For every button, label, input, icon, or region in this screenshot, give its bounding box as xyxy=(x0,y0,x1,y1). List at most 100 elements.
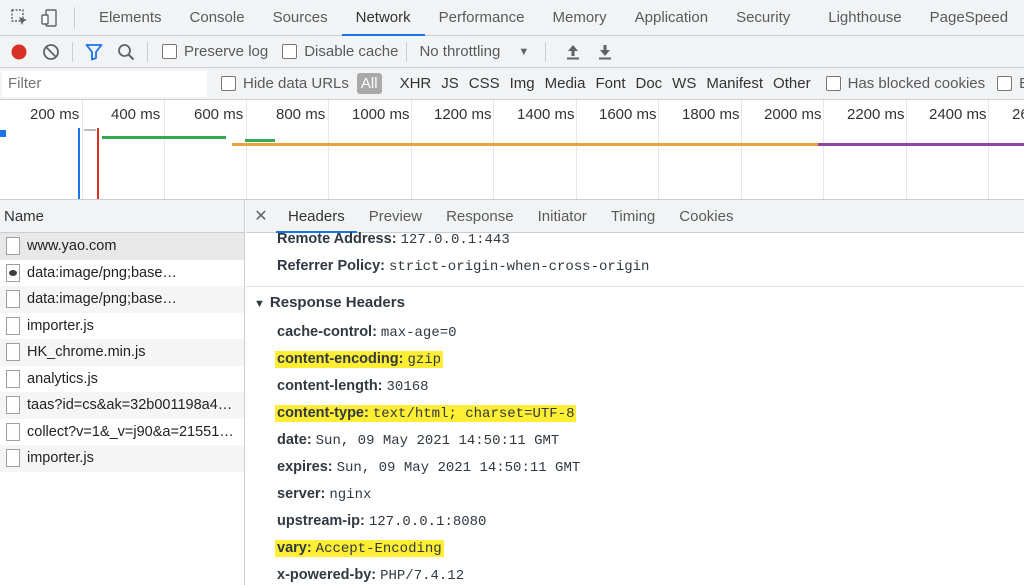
checkbox-box[interactable] xyxy=(825,76,841,91)
import-har-icon[interactable] xyxy=(560,39,586,65)
header-key: upstream-ip: xyxy=(277,513,365,529)
filter-type-media[interactable]: Media xyxy=(545,75,586,92)
document-icon xyxy=(6,396,20,415)
filter-type-other[interactable]: Other xyxy=(773,75,811,92)
response-headers-section-toggle[interactable]: ▼ Response Headers xyxy=(254,294,405,311)
name-column-header[interactable]: Name xyxy=(0,200,244,233)
tab-console[interactable]: Console xyxy=(176,0,259,36)
has-blocked-cookies-checkbox[interactable]: Has blocked cookies xyxy=(825,75,985,92)
tab-application[interactable]: Application xyxy=(621,0,722,36)
request-row[interactable]: taas?id=cs&ak=32b001198a4… xyxy=(0,392,244,419)
checkbox-box[interactable] xyxy=(997,76,1013,91)
header-row-vary: vary: Accept-Encoding xyxy=(275,540,444,557)
tab-memory[interactable]: Memory xyxy=(539,0,621,36)
tab-headers[interactable]: Headers xyxy=(276,200,357,233)
header-value: nginx xyxy=(329,487,372,503)
checkbox-box[interactable] xyxy=(221,76,236,91)
filter-type-js[interactable]: JS xyxy=(441,75,459,92)
tab-response[interactable]: Response xyxy=(434,200,526,233)
throttling-select[interactable]: No throttling ▼ xyxy=(419,43,529,60)
filter-type-css[interactable]: CSS xyxy=(469,75,500,92)
image-icon xyxy=(6,263,20,282)
tab-preview[interactable]: Preview xyxy=(357,200,434,233)
request-name: data:image/png;base… xyxy=(27,291,177,308)
filter-icon[interactable] xyxy=(81,39,107,65)
clear-icon[interactable] xyxy=(38,39,64,65)
preserve-log-label: Preserve log xyxy=(184,43,269,60)
details-tabbar: ✕ Headers Preview Response Initiator Tim… xyxy=(246,200,1024,233)
section-divider xyxy=(246,286,1024,287)
header-key: content-type: xyxy=(277,405,369,421)
header-key: expires: xyxy=(277,459,333,475)
header-value: 127.0.0.1:443 xyxy=(400,232,510,248)
request-row[interactable]: importer.js xyxy=(0,445,244,472)
devtools-tabbar: Elements Console Sources Network Perform… xyxy=(0,0,1024,36)
blocked-requests-checkbox[interactable]: B xyxy=(997,75,1024,92)
header-value: 30168 xyxy=(386,379,429,395)
toolbar-divider xyxy=(72,41,73,62)
request-details-pane: ✕ Headers Preview Response Initiator Tim… xyxy=(246,200,1024,585)
header-value: text/html; charset=UTF-8 xyxy=(372,406,575,422)
request-row[interactable]: data:image/png;base… xyxy=(0,286,244,313)
toolbar-divider xyxy=(406,41,408,62)
checkbox-box[interactable] xyxy=(282,44,298,59)
request-row[interactable]: HK_chrome.min.js xyxy=(0,339,244,366)
tab-timing[interactable]: Timing xyxy=(599,200,667,233)
filter-type-doc[interactable]: Doc xyxy=(635,75,662,92)
filter-type-font[interactable]: Font xyxy=(595,75,625,92)
tab-network[interactable]: Network xyxy=(341,0,425,36)
toolbar-divider xyxy=(545,41,547,62)
hide-data-urls-checkbox[interactable]: Hide data URLs xyxy=(221,75,349,92)
header-key: x-powered-by: xyxy=(277,567,377,583)
preserve-log-checkbox[interactable]: Preserve log xyxy=(162,43,268,60)
header-row-content-length: content-length: 30168 xyxy=(277,378,429,395)
overview-request-bar xyxy=(818,143,1024,146)
tab-lighthouse[interactable]: Lighthouse xyxy=(814,0,915,36)
request-name: analytics.js xyxy=(27,370,98,387)
filter-type-manifest[interactable]: Manifest xyxy=(706,75,763,92)
inspect-element-icon[interactable] xyxy=(10,8,30,28)
tab-initiator[interactable]: Initiator xyxy=(526,200,599,233)
request-row[interactable]: www.yao.com xyxy=(0,233,244,260)
document-icon xyxy=(6,290,20,309)
request-row[interactable]: importer.js xyxy=(0,313,244,340)
header-key: date: xyxy=(277,432,312,448)
disable-cache-checkbox[interactable]: Disable cache xyxy=(282,43,398,60)
export-har-icon[interactable] xyxy=(592,39,618,65)
request-name: collect?v=1&_v=j90&a=21551… xyxy=(27,423,234,440)
tab-security[interactable]: Security xyxy=(722,0,804,36)
tab-elements[interactable]: Elements xyxy=(85,0,176,36)
request-row[interactable]: analytics.js xyxy=(0,366,244,393)
overview-request-bar xyxy=(245,139,275,142)
search-icon[interactable] xyxy=(113,39,139,65)
checkbox-box[interactable] xyxy=(162,44,177,59)
network-overview-timeline[interactable]: 200 ms 400 ms 600 ms 800 ms 1000 ms 1200… xyxy=(0,100,1024,200)
header-key: content-encoding: xyxy=(277,351,404,367)
filter-type-img[interactable]: Img xyxy=(510,75,535,92)
header-key: Remote Address: xyxy=(277,231,397,247)
request-list: Name www.yao.com data:image/png;base… da… xyxy=(0,200,245,585)
filter-input[interactable] xyxy=(2,70,207,97)
tab-sources[interactable]: Sources xyxy=(259,0,342,36)
toolbar-divider xyxy=(147,41,148,62)
filter-type-all[interactable]: All xyxy=(356,73,382,94)
request-name: www.yao.com xyxy=(27,238,117,255)
script-icon xyxy=(6,343,20,362)
request-name: importer.js xyxy=(27,317,94,334)
filter-type-ws[interactable]: WS xyxy=(672,75,696,92)
hide-data-urls-label: Hide data URLs xyxy=(243,75,349,92)
record-icon[interactable] xyxy=(6,39,32,65)
request-row[interactable]: collect?v=1&_v=j90&a=21551… xyxy=(0,419,244,446)
header-value: Accept-Encoding xyxy=(315,541,442,557)
filter-type-xhr[interactable]: XHR xyxy=(400,75,432,92)
tab-performance[interactable]: Performance xyxy=(425,0,539,36)
header-key: vary: xyxy=(277,540,312,556)
tab-pagespeed[interactable]: PageSpeed xyxy=(916,0,1022,36)
script-icon xyxy=(6,449,20,468)
header-value: PHP/7.4.12 xyxy=(380,568,465,584)
header-value: max-age=0 xyxy=(380,325,457,341)
close-icon[interactable]: ✕ xyxy=(246,206,276,226)
tab-cookies[interactable]: Cookies xyxy=(667,200,745,233)
request-row[interactable]: data:image/png;base… xyxy=(0,260,244,287)
device-toolbar-icon[interactable] xyxy=(40,8,60,28)
